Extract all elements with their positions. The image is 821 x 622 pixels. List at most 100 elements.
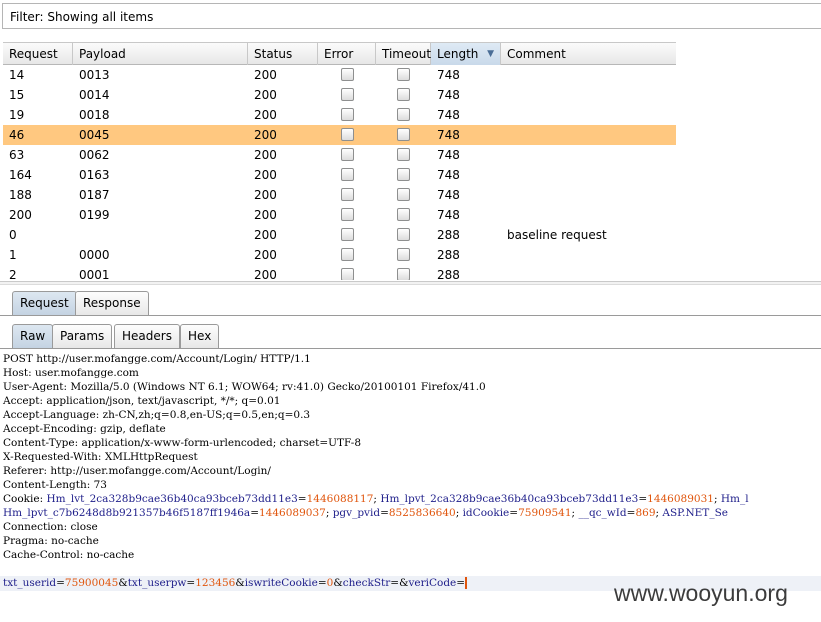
cell-status: 200 xyxy=(254,228,277,242)
timeout-checkbox[interactable] xyxy=(397,168,410,181)
timeout-checkbox[interactable] xyxy=(397,228,410,241)
param-value: 75900045 xyxy=(64,577,119,589)
param-key: txt_userid xyxy=(3,577,57,589)
request-line: POST http://user.mofangge.com/Account/Lo… xyxy=(3,353,311,365)
error-checkbox[interactable] xyxy=(341,228,354,241)
tab-hex[interactable]: Hex xyxy=(180,324,220,348)
top-tab-underline xyxy=(0,315,821,316)
cookie-line: Cookie: Hm_lvt_2ca328b9cae36b40ca93bceb7… xyxy=(3,492,749,506)
error-checkbox[interactable] xyxy=(341,68,354,81)
cell-status: 200 xyxy=(254,88,277,102)
cell-timeout xyxy=(376,125,431,145)
column-label: Payload xyxy=(79,47,126,61)
timeout-checkbox[interactable] xyxy=(397,208,410,221)
table-row[interactable]: 46 0045 200 748 xyxy=(3,125,676,145)
param-value: 8525836640 xyxy=(388,507,456,519)
tab-response[interactable]: Response xyxy=(75,291,149,315)
param-key: iswriteCookie xyxy=(244,577,318,589)
error-checkbox[interactable] xyxy=(341,188,354,201)
split-pane-divider[interactable] xyxy=(0,281,821,285)
tab-raw[interactable]: Raw xyxy=(12,324,54,348)
header-line: Accept-Language: zh-CN,zh;q=0.8,en-US;q=… xyxy=(3,408,310,422)
column-header-timeout[interactable]: Timeout xyxy=(376,43,431,65)
param-equals: = xyxy=(456,577,466,589)
table-row[interactable]: 63 0062 200 748 xyxy=(3,145,676,165)
table-row[interactable]: 188 0187 200 748 xyxy=(3,185,676,205)
column-header-status[interactable]: Status xyxy=(248,43,318,65)
param-equals: = xyxy=(638,493,648,505)
param-key: ASP.NET_Se xyxy=(662,507,728,519)
error-checkbox[interactable] xyxy=(341,248,354,261)
cell-request: 188 xyxy=(9,188,32,202)
header-value: 73 xyxy=(93,479,107,491)
param-value: 1446089037 xyxy=(259,507,326,519)
column-header-comment[interactable]: Comment xyxy=(501,43,676,65)
cell-comment xyxy=(501,165,676,185)
table-row[interactable]: 164 0163 200 748 xyxy=(3,165,676,185)
column-header-error[interactable]: Error xyxy=(318,43,376,65)
tab-headers[interactable]: Headers xyxy=(114,324,180,348)
error-checkbox[interactable] xyxy=(341,148,354,161)
table-row[interactable]: 0 200 288 baseline request xyxy=(3,225,676,245)
column-label: Length xyxy=(437,47,479,61)
error-checkbox[interactable] xyxy=(341,168,354,181)
cell-timeout xyxy=(376,145,431,165)
timeout-checkbox[interactable] xyxy=(397,128,410,141)
error-checkbox[interactable] xyxy=(341,128,354,141)
cell-comment xyxy=(501,185,676,205)
param-separator: & xyxy=(333,577,343,589)
header-value: application/x-www-form-urlencoded; chars… xyxy=(81,437,362,449)
column-header-request[interactable]: Request xyxy=(3,43,73,65)
cell-length: 748 xyxy=(437,148,460,162)
header-line: X-Requested-With: XMLHttpRequest xyxy=(3,450,198,464)
header-line: User-Agent: Mozilla/5.0 (Windows NT 6.1;… xyxy=(3,380,486,394)
param-key: idCookie xyxy=(462,507,510,519)
timeout-checkbox[interactable] xyxy=(397,68,410,81)
timeout-checkbox[interactable] xyxy=(397,148,410,161)
header-name: Cache-Control: xyxy=(3,549,87,561)
filter-bar[interactable]: Filter: Showing all items xyxy=(2,3,821,29)
cell-request: 1 xyxy=(9,248,17,262)
param-equals: = xyxy=(317,577,327,589)
header-name: Content-Length: xyxy=(3,479,94,491)
param-equals: = xyxy=(390,577,400,589)
cell-length: 288 xyxy=(437,268,460,280)
column-label: Status xyxy=(254,47,293,61)
filter-text: Filter: Showing all items xyxy=(10,10,154,24)
table-row[interactable]: 200 0199 200 748 xyxy=(3,205,676,225)
cell-length: 748 xyxy=(437,128,460,142)
column-label: Request xyxy=(9,47,58,61)
table-row[interactable]: 14 0013 200 748 xyxy=(3,65,676,85)
tab-params[interactable]: Params xyxy=(52,324,113,348)
table-row[interactable]: 1 0000 200 288 xyxy=(3,245,676,265)
error-checkbox[interactable] xyxy=(341,268,354,280)
header-value: close xyxy=(70,521,98,533)
timeout-checkbox[interactable] xyxy=(397,248,410,261)
column-header-payload[interactable]: Payload xyxy=(73,43,248,65)
column-header-length[interactable]: Length ▼ xyxy=(431,43,501,65)
cell-error xyxy=(318,105,376,125)
table-row[interactable]: 2 0001 200 288 xyxy=(3,265,676,280)
header-name: Accept-Encoding: xyxy=(3,423,101,435)
error-checkbox[interactable] xyxy=(341,208,354,221)
cell-status: 200 xyxy=(254,188,277,202)
timeout-checkbox[interactable] xyxy=(397,108,410,121)
timeout-checkbox[interactable] xyxy=(397,268,410,280)
error-checkbox[interactable] xyxy=(341,88,354,101)
timeout-checkbox[interactable] xyxy=(397,188,410,201)
cell-error xyxy=(318,85,376,105)
table-row[interactable]: 15 0014 200 748 xyxy=(3,85,676,105)
cell-comment: baseline request xyxy=(507,228,607,242)
cell-status: 200 xyxy=(254,168,277,182)
results-table[interactable]: Request Payload Status Error Timeout Len… xyxy=(3,42,821,280)
table-row[interactable]: 19 0018 200 748 xyxy=(3,105,676,125)
error-checkbox[interactable] xyxy=(341,108,354,121)
cell-comment xyxy=(501,265,676,280)
cell-timeout xyxy=(376,205,431,225)
tab-request[interactable]: Request xyxy=(12,291,77,315)
header-name: Accept: xyxy=(3,395,47,407)
header-name: X-Requested-With: xyxy=(3,451,105,463)
cell-timeout xyxy=(376,265,431,280)
timeout-checkbox[interactable] xyxy=(397,88,410,101)
watermark: www.wooyun.org xyxy=(614,580,788,606)
